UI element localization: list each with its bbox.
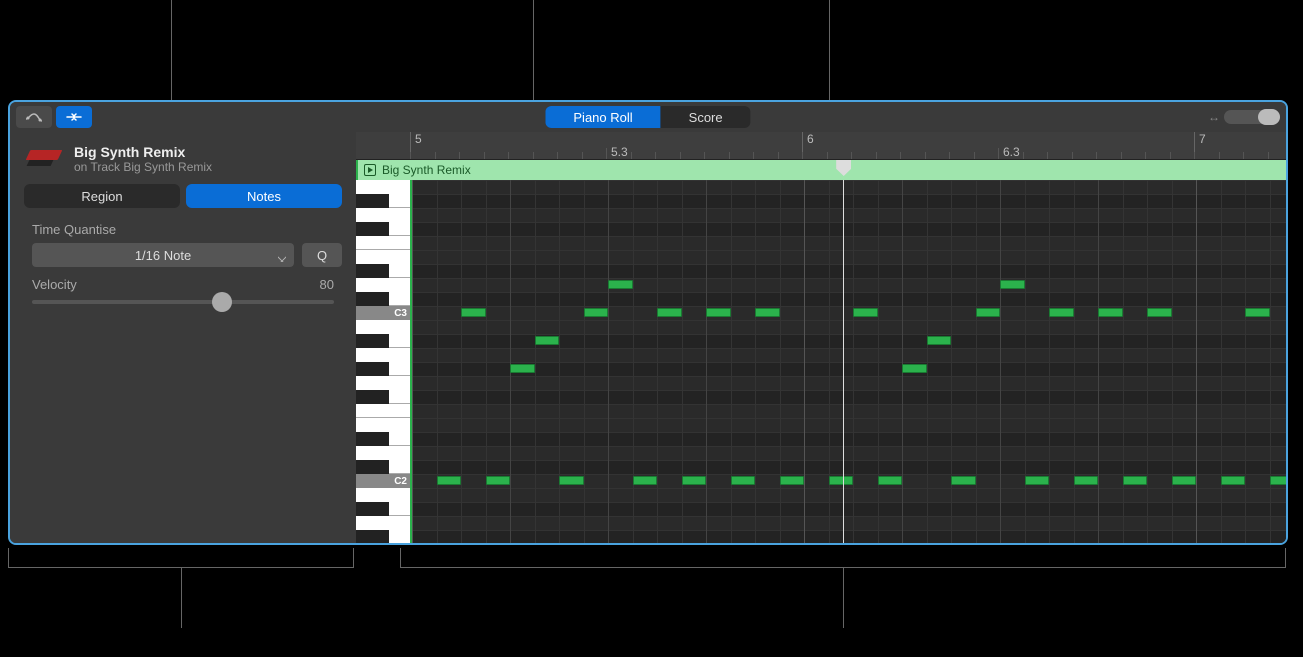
time-quantise-select[interactable]: 1/16 Note (32, 243, 294, 267)
midi-note[interactable] (1245, 308, 1270, 317)
play-icon (364, 164, 376, 176)
midi-note[interactable] (731, 476, 756, 485)
midi-note[interactable] (1172, 476, 1197, 485)
velocity-slider[interactable] (32, 300, 334, 304)
region-header[interactable]: Big Synth Remix (356, 160, 1286, 180)
tab-score[interactable]: Score (661, 106, 751, 128)
midi-note[interactable] (1123, 476, 1148, 485)
midi-note[interactable] (682, 476, 707, 485)
midi-note[interactable] (755, 308, 780, 317)
midi-note[interactable] (510, 364, 535, 373)
midi-note[interactable] (1221, 476, 1246, 485)
midi-note[interactable] (1000, 280, 1025, 289)
editor-toolbar: Piano Roll Score ↔ (10, 102, 1286, 132)
quantise-button[interactable]: Q (302, 243, 342, 267)
midi-note[interactable] (633, 476, 658, 485)
midi-note[interactable] (1098, 308, 1123, 317)
midi-note[interactable] (976, 308, 1001, 317)
inspector-tab-region[interactable]: Region (24, 184, 180, 208)
track-title: Big Synth Remix (74, 144, 212, 160)
midi-note[interactable] (608, 280, 633, 289)
midi-note[interactable] (1270, 476, 1287, 485)
piano-roll-area: 55.366.37 Big Synth Remix C3 C2 (356, 132, 1286, 543)
velocity-value: 80 (320, 277, 334, 292)
midi-note[interactable] (706, 308, 731, 317)
note-grid[interactable] (410, 180, 1286, 543)
midi-note[interactable] (559, 476, 584, 485)
catch-playhead-button[interactable] (56, 106, 92, 128)
midi-note[interactable] (951, 476, 976, 485)
region-name: Big Synth Remix (382, 163, 471, 177)
midi-note[interactable] (486, 476, 511, 485)
midi-note[interactable] (1049, 308, 1074, 317)
midi-note[interactable] (780, 476, 805, 485)
zoom-horizontal-icon: ↔ (1208, 110, 1220, 124)
inspector-panel: Big Synth Remix on Track Big Synth Remix… (10, 132, 356, 543)
midi-note[interactable] (878, 476, 903, 485)
midi-note[interactable] (1074, 476, 1099, 485)
key-label: C2 (356, 474, 410, 488)
midi-note[interactable] (657, 308, 682, 317)
instrument-icon (28, 150, 64, 168)
midi-note[interactable] (1025, 476, 1050, 485)
time-quantise-label: Time Quantise (10, 218, 356, 241)
midi-note[interactable] (829, 476, 854, 485)
editor-view-tabs: Piano Roll Score (545, 106, 750, 128)
midi-note[interactable] (902, 364, 927, 373)
key-label: C3 (356, 306, 410, 320)
midi-note[interactable] (437, 476, 462, 485)
playhead[interactable] (843, 180, 844, 543)
tab-piano-roll[interactable]: Piano Roll (545, 106, 660, 128)
midi-note[interactable] (584, 308, 609, 317)
piano-keyboard[interactable]: C3 C2 (356, 180, 410, 543)
midi-note[interactable] (1147, 308, 1172, 317)
automation-toggle-button[interactable] (16, 106, 52, 128)
horizontal-zoom-slider[interactable]: ↔ (1208, 110, 1280, 124)
track-subtitle: on Track Big Synth Remix (74, 160, 212, 174)
midi-note[interactable] (927, 336, 952, 345)
inspector-tab-notes[interactable]: Notes (186, 184, 342, 208)
midi-note[interactable] (461, 308, 486, 317)
timeline-ruler[interactable]: 55.366.37 (356, 132, 1286, 160)
piano-roll-editor: Piano Roll Score ↔ Big Synth Remix on Tr… (8, 100, 1288, 545)
midi-note[interactable] (853, 308, 878, 317)
velocity-label: Velocity (32, 277, 77, 292)
midi-note[interactable] (535, 336, 560, 345)
